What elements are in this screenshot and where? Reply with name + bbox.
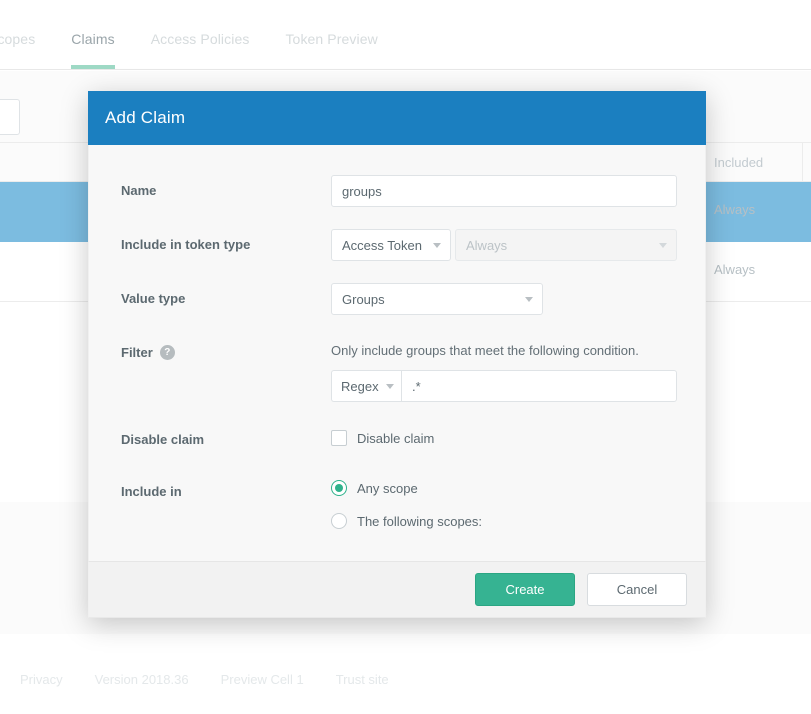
filter-expression-input[interactable] xyxy=(401,370,677,402)
filter-control: Only include groups that meet the follow… xyxy=(331,337,683,402)
tab-scopes[interactable]: Scopes xyxy=(0,31,53,69)
search-field-wrapper xyxy=(0,99,20,135)
tab-claims-label: Claims xyxy=(71,31,114,47)
chevron-down-icon xyxy=(659,243,667,248)
active-tab-underline xyxy=(71,65,114,69)
search-input[interactable] xyxy=(0,99,20,135)
column-header-included: Included xyxy=(714,155,763,170)
cell-included: Always xyxy=(714,262,755,277)
value-type-label: Value type xyxy=(121,283,331,306)
include-in-label: Include in xyxy=(121,476,331,499)
dialog-footer: Create Cancel xyxy=(88,561,706,618)
tab-token-preview-label: Token Preview xyxy=(285,31,377,47)
footer-version-label: Version 2018.36 xyxy=(95,672,189,687)
filter-match-type-value: Regex xyxy=(341,379,379,394)
tab-access-policies[interactable]: Access Policies xyxy=(133,31,268,69)
disable-claim-label: Disable claim xyxy=(121,424,331,447)
filter-label-wrap: Filter ? xyxy=(121,337,331,360)
disable-claim-checkbox-label: Disable claim xyxy=(357,431,434,446)
token-condition-value: Always xyxy=(466,238,507,253)
include-in-radio-group: Any scope The following scopes: xyxy=(331,476,683,529)
radio-following-scopes-label: The following scopes: xyxy=(357,514,482,529)
dialog-title: Add Claim xyxy=(105,108,185,128)
footer-link-list: Privacy Version 2018.36 Preview Cell 1 T… xyxy=(20,672,389,687)
tab-access-policies-label: Access Policies xyxy=(151,31,250,47)
radio-row-any-scope[interactable]: Any scope xyxy=(331,480,683,496)
chevron-down-icon xyxy=(433,243,441,248)
disable-claim-checkbox[interactable] xyxy=(331,430,347,446)
value-type-control: Groups xyxy=(331,283,683,315)
tab-token-preview[interactable]: Token Preview xyxy=(267,31,395,69)
radio-following-scopes[interactable] xyxy=(331,513,347,529)
field-row-include-in: Include in Any scope The following scope… xyxy=(89,476,705,529)
cell-included: Always xyxy=(714,202,755,217)
filter-label: Filter xyxy=(121,345,153,360)
chevron-down-icon xyxy=(525,297,533,302)
dialog-body: Name Include in token type Access Token … xyxy=(88,145,706,561)
include-in-control: Any scope The following scopes: xyxy=(331,476,683,529)
table-column-divider xyxy=(802,143,803,181)
name-control xyxy=(331,175,683,207)
field-row-filter: Filter ? Only include groups that meet t… xyxy=(89,337,705,402)
footer-link-privacy[interactable]: Privacy xyxy=(20,672,63,687)
chevron-down-icon xyxy=(386,384,394,389)
token-condition-select: Always xyxy=(455,229,677,261)
radio-any-scope-label: Any scope xyxy=(357,481,418,496)
create-button[interactable]: Create xyxy=(475,573,575,606)
tab-claims[interactable]: Claims xyxy=(53,31,132,69)
cancel-button[interactable]: Cancel xyxy=(587,573,687,606)
dialog-header: Add Claim xyxy=(88,91,706,145)
filter-match-type-select[interactable]: Regex xyxy=(331,370,401,402)
page-footer: Privacy Version 2018.36 Preview Cell 1 T… xyxy=(0,634,811,714)
footer-link-trust-site[interactable]: Trust site xyxy=(336,672,389,687)
tab-scopes-label: Scopes xyxy=(0,31,35,47)
field-row-name: Name xyxy=(89,175,705,207)
disable-claim-checkbox-row[interactable]: Disable claim xyxy=(331,424,683,446)
disable-claim-control: Disable claim xyxy=(331,424,683,446)
footer-cell-label: Preview Cell 1 xyxy=(221,672,304,687)
name-input[interactable] xyxy=(331,175,677,207)
help-circle-icon[interactable]: ? xyxy=(160,345,175,360)
token-type-value: Access Token xyxy=(342,238,422,253)
tab-bar: Scopes Claims Access Policies Token Prev… xyxy=(0,0,811,70)
token-type-control: Access Token Always xyxy=(331,229,683,261)
field-row-token-type: Include in token type Access Token Alway… xyxy=(89,229,705,261)
filter-description: Only include groups that meet the follow… xyxy=(331,337,683,358)
add-claim-dialog: Add Claim Name Include in token type Acc… xyxy=(88,91,706,618)
filter-combo: Regex xyxy=(331,370,683,402)
value-type-value: Groups xyxy=(342,292,385,307)
field-row-disable-claim: Disable claim Disable claim xyxy=(89,424,705,454)
token-type-label: Include in token type xyxy=(121,229,331,252)
tab-list: Scopes Claims Access Policies Token Prev… xyxy=(0,0,396,69)
value-type-select[interactable]: Groups xyxy=(331,283,543,315)
token-type-select[interactable]: Access Token xyxy=(331,229,451,261)
field-row-value-type: Value type Groups xyxy=(89,283,705,315)
radio-row-following-scopes[interactable]: The following scopes: xyxy=(331,513,683,529)
radio-any-scope[interactable] xyxy=(331,480,347,496)
name-label: Name xyxy=(121,175,331,198)
